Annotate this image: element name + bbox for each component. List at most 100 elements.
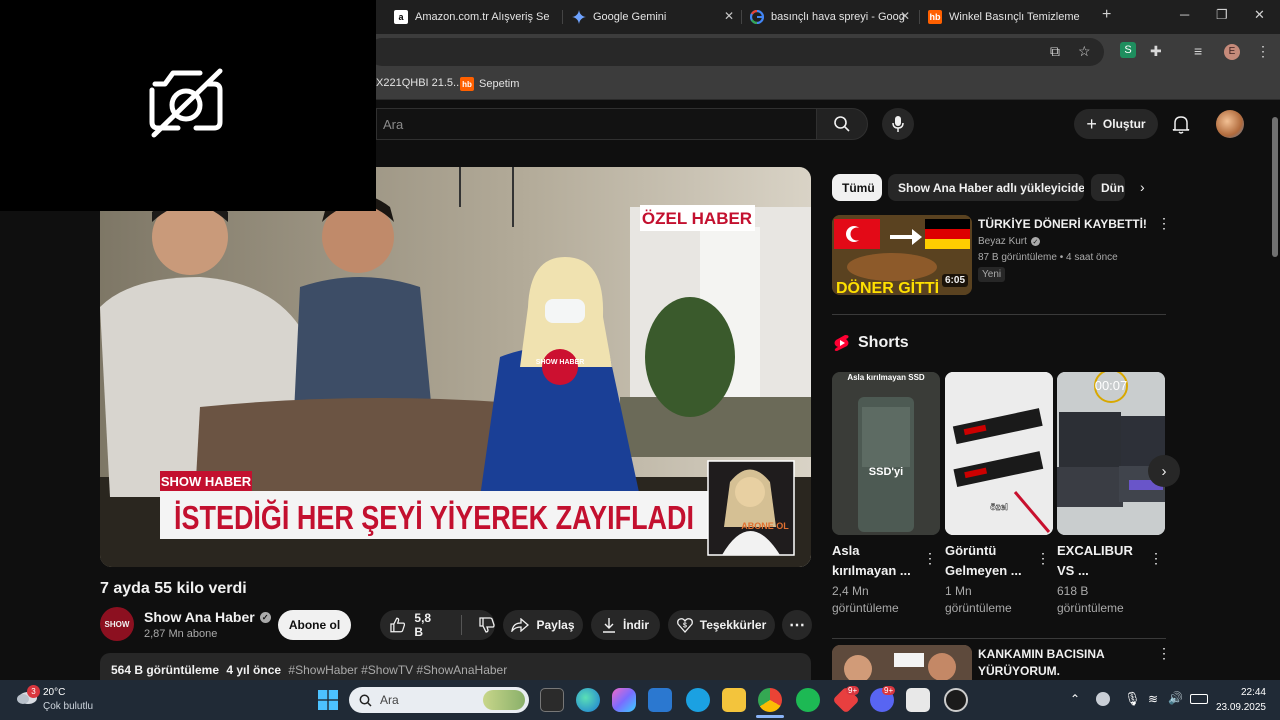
search-highlight-icon	[483, 690, 525, 710]
wifi-icon[interactable]: ≋	[1148, 692, 1158, 706]
maximize-button[interactable]: ❐	[1216, 7, 1228, 23]
thanks-button[interactable]: $ Teşekkürler	[668, 610, 775, 640]
windows-start-icon[interactable]	[318, 690, 338, 715]
short-title[interactable]: Asla kırılmayan ...	[832, 541, 916, 581]
profile-avatar[interactable]: E	[1224, 44, 1240, 60]
scrollbar-thumb[interactable]	[1272, 117, 1278, 257]
address-bar[interactable]	[368, 38, 1104, 66]
voice-search-button[interactable]	[882, 108, 914, 140]
plus-icon: +	[1086, 113, 1097, 134]
steam-icon[interactable]	[944, 688, 968, 712]
more-options-icon[interactable]: ⋮	[923, 551, 937, 565]
short-views: 618 B görüntüleme	[1057, 584, 1124, 615]
svg-text:$: $	[683, 623, 687, 630]
more-options-icon[interactable]: ⋮	[1157, 646, 1171, 660]
download-button[interactable]: İndir	[591, 610, 660, 640]
tab-gemini[interactable]: Google Gemini ✕	[572, 6, 734, 28]
store-icon[interactable]	[648, 688, 672, 712]
video-player[interactable]: SHOW HABER ÖZEL HABER SHOW HABER İSTEDİĞ…	[100, 167, 811, 567]
like-button[interactable]: 5,8 B	[390, 611, 442, 639]
youtube-account-avatar[interactable]	[1216, 110, 1244, 138]
recommended-thumbnail[interactable]: DÖNER GİTTİ 6:05	[832, 215, 972, 295]
more-options-icon[interactable]: ⋮	[1157, 216, 1171, 230]
install-app-icon[interactable]: ⧉	[1050, 43, 1060, 60]
bookmark-star-icon[interactable]: ☆	[1078, 43, 1091, 60]
chip-from-uploader[interactable]: Show Ana Haber adlı yükleyiciden	[888, 174, 1084, 201]
spotify-icon[interactable]	[796, 688, 820, 712]
short-views: 1 Mn görüntüleme	[945, 584, 1012, 615]
recommended-title[interactable]: TÜRKİYE DÖNERİ KAYBETTİ!	[978, 217, 1148, 231]
security-icon[interactable]	[1096, 692, 1110, 706]
notepad-icon[interactable]	[906, 688, 930, 712]
video-title: 7 ayda 55 kilo verdi	[100, 580, 247, 597]
more-options-icon[interactable]: ⋮	[1149, 551, 1163, 565]
tab-separator	[741, 10, 742, 24]
clock-date[interactable]: 23.09.2025	[1210, 702, 1266, 713]
channel-avatar[interactable]: SHOW	[100, 607, 134, 641]
battery-icon[interactable]	[1190, 694, 1208, 704]
search-button[interactable]	[816, 108, 868, 140]
volume-icon[interactable]: 🔊	[1168, 691, 1183, 705]
shorts-next-button[interactable]: ›	[1148, 455, 1180, 487]
short-overlay-text: SSD'yi	[869, 466, 903, 478]
extension-s-icon[interactable]: S	[1120, 42, 1136, 58]
search-icon	[359, 694, 372, 707]
edge-icon[interactable]	[576, 688, 600, 712]
close-tab-icon[interactable]: ✕	[900, 9, 910, 23]
microphone-icon[interactable]: 🎙	[1124, 691, 1141, 707]
notifications-bell-icon[interactable]	[1172, 114, 1190, 139]
mic-flag-text: SHOW HABER	[536, 359, 585, 366]
recommended-thumbnail[interactable]	[832, 645, 972, 680]
media-controls-icon[interactable]: ≡	[1194, 43, 1202, 59]
chevron-right-icon[interactable]: ›	[1140, 179, 1145, 195]
new-tab-button[interactable]: +	[1102, 6, 1111, 24]
minimize-button[interactable]: ─	[1180, 7, 1189, 22]
short-thumbnail[interactable]: 00:07	[1057, 372, 1165, 535]
taskbar-search-box[interactable]: Ara	[349, 687, 529, 713]
active-app-indicator	[756, 715, 784, 718]
close-tab-icon[interactable]: ✕	[724, 9, 734, 23]
bookmark-sepetim[interactable]: hb Sepetim	[460, 77, 519, 91]
subscribe-button[interactable]: Abone ol	[278, 610, 351, 640]
browser-menu-icon[interactable]: ⋮	[1256, 43, 1270, 60]
copilot-icon[interactable]	[612, 688, 636, 712]
tab-separator	[919, 10, 920, 24]
tab-google-search[interactable]: basınçlı hava spreyi - Goog ✕	[750, 6, 910, 28]
recommended-title[interactable]: KANKAMIN BACISINA YÜRÜYORUM.	[978, 646, 1128, 680]
tab-hepsiburada[interactable]: hb Winkel Basınçlı Temizleme	[928, 6, 1090, 28]
view-count: 564 B görüntüleme	[111, 663, 220, 677]
more-actions-button[interactable]: ⋯	[782, 610, 812, 640]
search-input[interactable]: Ara	[376, 108, 816, 140]
short-title[interactable]: Görüntü Gelmeyen ...	[945, 541, 1029, 581]
channel-name-link[interactable]: Show Ana Haber ✓	[144, 609, 271, 625]
thumb-text: DÖNER GİTTİ	[836, 278, 939, 295]
shorts-heading: Shorts	[834, 334, 909, 352]
dislike-button[interactable]	[479, 617, 495, 633]
chevron-up-icon[interactable]: ⌃	[1070, 692, 1080, 706]
bookmark-item[interactable]: X221QHBI 21.5...	[376, 77, 462, 89]
more-options-icon[interactable]: ⋮	[1036, 551, 1050, 565]
share-icon	[511, 618, 530, 632]
close-window-button[interactable]: ✕	[1254, 7, 1265, 23]
extensions-puzzle-icon[interactable]: ✚	[1150, 43, 1162, 60]
recommended-channel[interactable]: Beyaz Kurt ✓	[978, 236, 1040, 247]
tab-amazon[interactable]: a Amazon.com.tr Alışveriş Se	[394, 6, 554, 28]
short-title[interactable]: EXCALIBUR VS ...	[1057, 541, 1141, 581]
thumbs-down-icon	[479, 617, 495, 633]
search-icon	[834, 116, 850, 132]
chip-all[interactable]: Tümü	[832, 174, 882, 201]
download-icon	[603, 618, 615, 633]
file-explorer-icon[interactable]	[722, 688, 746, 712]
chrome-icon[interactable]	[758, 688, 782, 712]
short-thumbnail[interactable]: Asla kırılmayan SSD SSD'yi	[832, 372, 940, 535]
clock-time[interactable]: 22:44	[1230, 687, 1266, 698]
shorts-icon	[834, 335, 849, 351]
teams-icon[interactable]	[686, 688, 710, 712]
scrollbar[interactable]	[1270, 101, 1280, 680]
share-button[interactable]: Paylaş	[503, 610, 583, 640]
task-view-icon[interactable]	[540, 688, 564, 712]
chip-dun[interactable]: Dün	[1091, 174, 1125, 201]
create-button[interactable]: + Oluştur	[1074, 109, 1158, 139]
hashtags[interactable]: #ShowHaber #ShowTV #ShowAnaHaber	[288, 663, 507, 677]
short-thumbnail[interactable]: özel	[945, 372, 1053, 535]
